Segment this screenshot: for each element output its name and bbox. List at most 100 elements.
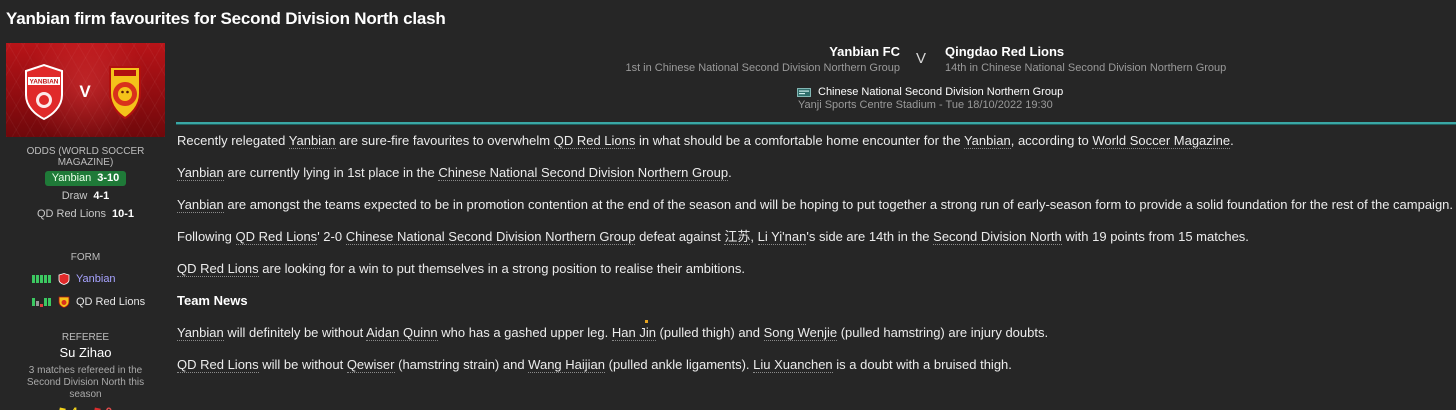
source-link[interactable]: World Soccer Magazine xyxy=(1092,133,1231,149)
odds-away-value: 10-1 xyxy=(112,208,135,220)
team-link[interactable]: Yanbian xyxy=(963,133,1011,149)
form-result-W xyxy=(32,298,35,306)
odds-away-team[interactable]: QD Red Lions xyxy=(37,208,106,220)
player-link[interactable]: Qewiser xyxy=(346,357,395,373)
odds-favourite-badge: Yanbian 3-10 xyxy=(44,171,127,186)
team-link[interactable]: Yanbian xyxy=(177,325,224,341)
qingdao-mini-crest-icon xyxy=(58,296,70,308)
competition-name[interactable]: Chinese National Second Division Norther… xyxy=(818,86,1063,98)
text: is a doubt with a bruised thigh. xyxy=(832,357,1012,372)
text: (hamstring strain) and xyxy=(394,357,529,372)
team-link[interactable]: Yanbian xyxy=(177,165,224,181)
away-team-block: Qingdao Red Lions 14th in Chinese Nation… xyxy=(945,44,1226,74)
yanbian-crest-icon[interactable]: YANBIAN xyxy=(25,63,63,121)
player-link[interactable]: Song Wenjie xyxy=(763,325,838,341)
home-form-bars[interactable] xyxy=(32,274,52,284)
match-header: Yanbian FC 1st in Chinese National Secon… xyxy=(176,43,1456,123)
team-link[interactable]: Yanbian xyxy=(177,197,224,213)
player-link[interactable]: Wang Haijian xyxy=(528,357,606,373)
home-team-name[interactable]: Yanbian FC xyxy=(625,44,900,59)
text: are currently lying in 1st place in the xyxy=(223,165,439,180)
odds-draw-value: 4-1 xyxy=(93,190,110,202)
match-vs: V xyxy=(916,50,927,67)
form-label: FORM xyxy=(70,252,101,263)
odds-draw-row: Draw 4-1 xyxy=(6,189,165,204)
odds-title: ODDS (WORLD SOCCER MAGAZINE) xyxy=(26,146,145,168)
text: . xyxy=(728,165,732,180)
qingdao-crest-icon[interactable] xyxy=(109,66,141,120)
text: are amongst the teams expected to be in … xyxy=(223,197,1454,212)
article-paragraph-4: Following QD Red Lions' 2-0 Chinese Nati… xyxy=(177,229,1456,261)
form-row-away: QD Red Lions xyxy=(6,295,165,309)
team-news-heading: Team News xyxy=(177,293,248,308)
competition-icon xyxy=(797,87,811,97)
text: with 19 points from 15 matches. xyxy=(1061,229,1249,244)
text: will definitely be without xyxy=(223,325,367,340)
referee-name[interactable]: Su Zihao xyxy=(6,345,165,360)
away-team-name[interactable]: Qingdao Red Lions xyxy=(945,44,1226,59)
text: (pulled hamstring) are injury doubts. xyxy=(837,325,1049,340)
form-home-team[interactable]: Yanbian xyxy=(76,273,116,285)
text: who has a gashed upper leg. xyxy=(437,325,612,340)
competition-row: Chinese National Second Division Norther… xyxy=(797,86,1063,98)
article-paragraph-7: QD Red Lions will be without Qewiser (ha… xyxy=(177,357,1456,389)
form-result-W xyxy=(36,275,39,283)
player-link[interactable]: Han Jin xyxy=(611,325,656,341)
home-crest-text: YANBIAN xyxy=(29,79,58,86)
odds-home-value: 3-10 xyxy=(97,172,120,184)
text: are sure-fire favourites to overwhelm xyxy=(335,133,554,148)
form-row-home: Yanbian xyxy=(6,272,165,286)
team-link[interactable]: QD Red Lions xyxy=(177,357,259,373)
banner-vs: V xyxy=(79,82,91,101)
odds-away-row: QD Red Lions 10-1 xyxy=(6,207,165,222)
form-result-W xyxy=(48,275,51,283)
team-link[interactable]: 江苏 xyxy=(724,229,751,245)
odds-draw-label: Draw xyxy=(61,190,88,202)
text: ' 2-0 xyxy=(317,229,346,244)
yanbian-mini-crest-icon xyxy=(58,273,70,285)
form-result-W xyxy=(40,275,43,283)
team-link[interactable]: QD Red Lions xyxy=(177,261,259,277)
text: defeat against xyxy=(635,229,725,244)
player-link[interactable]: Aidan Quinn xyxy=(366,325,438,341)
team-link[interactable]: Yanbian xyxy=(288,133,336,149)
referee-label: REFEREE xyxy=(61,332,110,343)
form-result-W xyxy=(48,298,51,306)
competition-link[interactable]: Second Division North xyxy=(933,229,1062,245)
text: , xyxy=(750,229,758,244)
news-headline: Yanbian firm favourites for Second Divis… xyxy=(6,9,446,28)
referee-cards: 4 0 xyxy=(6,405,165,410)
header-divider xyxy=(176,122,1456,124)
form-result-D xyxy=(36,301,39,306)
player-link[interactable]: Liu Xuanchen xyxy=(753,357,833,373)
away-team-position: 14th in Chinese National Second Division… xyxy=(945,62,1227,74)
text: Recently relegated xyxy=(177,133,289,148)
away-form-bars[interactable] xyxy=(32,297,52,307)
text: 's side are 14th in the xyxy=(806,229,934,244)
competition-link[interactable]: Chinese National Second Division Norther… xyxy=(438,165,729,181)
odds-home-row: Yanbian 3-10 xyxy=(6,171,165,186)
text: will be without xyxy=(258,357,347,372)
article-paragraph-2: Yanbian are currently lying in 1st place… xyxy=(177,165,1456,197)
referee-description: 3 matches refereed in the Second Divisio… xyxy=(26,365,145,400)
form-result-W xyxy=(32,275,35,283)
match-banner: YANBIAN V xyxy=(6,43,165,137)
manager-link[interactable]: Li Yi'nan xyxy=(757,229,807,245)
odds-home-team[interactable]: Yanbian xyxy=(52,172,92,184)
form-result-W xyxy=(44,298,47,306)
home-team-block: Yanbian FC 1st in Chinese National Secon… xyxy=(625,44,900,74)
article-paragraph-3: Yanbian are amongst the teams expected t… xyxy=(177,197,1456,229)
article-paragraph-6: Yanbian will definitely be without Aidan… xyxy=(177,325,1456,357)
venue-datetime: Yanji Sports Centre Stadium - Tue 18/10/… xyxy=(798,99,1053,111)
text: in what should be a comfortable home enc… xyxy=(635,133,964,148)
yellow-card-count: 4 xyxy=(71,405,78,410)
home-team-position: 1st in Chinese National Second Division … xyxy=(625,62,900,74)
cursor-marker xyxy=(645,320,648,323)
form-away-team[interactable]: QD Red Lions xyxy=(76,296,145,308)
article-body: Recently relegated Yanbian are sure-fire… xyxy=(177,133,1456,389)
team-link[interactable]: QD Red Lions xyxy=(553,133,636,149)
competition-link[interactable]: Chinese National Second Division Norther… xyxy=(345,229,636,245)
team-link[interactable]: QD Red Lions xyxy=(235,229,318,245)
form-result-W xyxy=(44,275,47,283)
text: are looking for a win to put themselves … xyxy=(258,261,745,276)
